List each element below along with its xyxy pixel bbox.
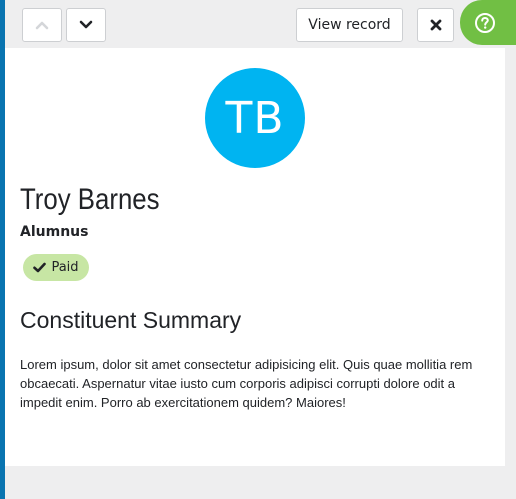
view-record-button[interactable]: View record — [296, 8, 403, 42]
chevron-down-icon — [79, 20, 93, 29]
help-button[interactable] — [460, 0, 516, 45]
next-record-button[interactable] — [66, 8, 106, 42]
avatar: TB — [205, 68, 305, 168]
summary-text: Lorem ipsum, dolor sit amet consectetur … — [20, 357, 473, 410]
constituent-role: Alumnus — [20, 224, 89, 240]
chevron-up-icon — [35, 21, 49, 30]
help-icon — [475, 12, 495, 33]
record-preview-panel: TB Troy Barnes Alumnus Paid Constituent … — [5, 48, 505, 466]
close-button[interactable] — [417, 8, 454, 42]
status-badge-label: Paid — [51, 260, 79, 275]
constituent-name: Troy Barnes — [20, 183, 160, 216]
summary-heading: Constituent Summary — [20, 307, 242, 333]
status-badge: Paid — [23, 254, 89, 281]
check-icon — [33, 262, 47, 273]
close-icon — [430, 19, 441, 31]
previous-record-button[interactable] — [22, 8, 62, 42]
flyout-toolbar: View record — [5, 0, 516, 48]
